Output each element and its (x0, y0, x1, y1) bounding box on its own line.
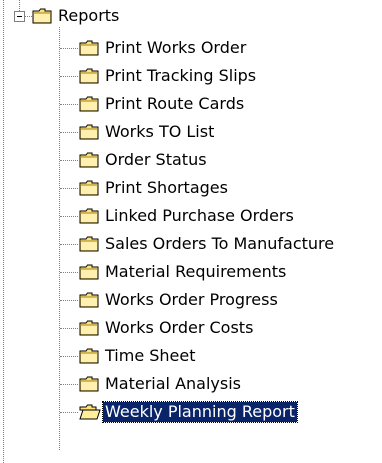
folder-open-icon (79, 404, 101, 420)
folder-icon (79, 152, 99, 168)
tree-node-item[interactable]: Print Tracking Slips (79, 65, 258, 87)
tree-connector-line (60, 384, 78, 385)
folder-icon (79, 124, 99, 140)
folder-icon (32, 8, 52, 24)
folder-icon (79, 180, 99, 196)
folder-icon (79, 376, 99, 392)
tree-node-reports[interactable]: Reports (32, 5, 121, 27)
tree-node-label: Print Shortages (105, 178, 228, 197)
tree-connector-line (60, 300, 78, 301)
folder-icon (79, 236, 99, 252)
tree-node-label: Time Sheet (105, 346, 196, 365)
tree-node-label: Material Requirements (105, 262, 287, 281)
tree-connector-line (60, 244, 78, 245)
folder-icon (79, 96, 99, 112)
folder-icon (79, 208, 99, 224)
tree-node-label: Linked Purchase Orders (105, 206, 294, 225)
tree-node-label: Order Status (105, 150, 207, 169)
tree-node-item[interactable]: Works Order Progress (79, 289, 280, 311)
tree-connector-line (60, 188, 78, 189)
tree-connector-line (60, 132, 78, 133)
tree-node-item[interactable]: Sales Orders To Manufacture (79, 233, 336, 255)
tree-node-item[interactable]: Linked Purchase Orders (79, 205, 296, 227)
tree-node-item[interactable]: Print Works Order (79, 37, 248, 59)
tree-node-item[interactable]: Print Route Cards (79, 93, 246, 115)
tree-connector-line (60, 76, 78, 77)
tree-node-item[interactable]: Print Shortages (79, 177, 230, 199)
tree-node-label: Works TO List (105, 122, 215, 141)
tree-connector-line (60, 272, 78, 273)
tree-connector-line (60, 104, 78, 105)
tree-node-label: Print Route Cards (105, 94, 245, 113)
tree-connector-line (60, 48, 78, 49)
tree-node-item[interactable]: Weekly Planning Report (79, 401, 298, 423)
tree-node-label: Works Order Costs (105, 318, 254, 337)
tree-node-item[interactable]: Time Sheet (79, 345, 198, 367)
tree-node-label: Material Analysis (105, 374, 242, 393)
tree-node-label: Reports (58, 6, 120, 25)
tree-top-stub-line (19, 0, 20, 11)
tree-node-label: Print Works Order (105, 38, 247, 57)
folder-icon (79, 40, 99, 56)
collapse-toggle-icon[interactable] (14, 11, 25, 22)
folder-icon (79, 320, 99, 336)
tree-edge-line (3, 0, 4, 463)
tree-node-label: Sales Orders To Manufacture (105, 234, 335, 253)
folder-icon (79, 292, 99, 308)
folder-icon (79, 264, 99, 280)
folder-icon (79, 348, 99, 364)
tree-connector-line (60, 356, 78, 357)
tree-connector-line (60, 412, 78, 413)
tree-connector-line (60, 328, 78, 329)
tree-node-item[interactable]: Material Requirements (79, 261, 288, 283)
tree-node-label-selected: Weekly Planning Report (102, 401, 298, 423)
reports-tree-view[interactable]: Reports Print Works Order Print Tracking … (0, 0, 382, 463)
tree-node-item[interactable]: Order Status (79, 149, 209, 171)
tree-node-label: Works Order Progress (105, 290, 278, 309)
tree-trunk-line (59, 27, 60, 450)
tree-node-item[interactable]: Works TO List (79, 121, 216, 143)
folder-icon (79, 68, 99, 84)
tree-node-label: Print Tracking Slips (105, 66, 257, 85)
tree-connector-line (60, 160, 78, 161)
tree-connector-line (25, 16, 32, 17)
tree-node-item[interactable]: Works Order Costs (79, 317, 255, 339)
tree-connector-line (60, 216, 78, 217)
tree-node-item[interactable]: Material Analysis (79, 373, 243, 395)
